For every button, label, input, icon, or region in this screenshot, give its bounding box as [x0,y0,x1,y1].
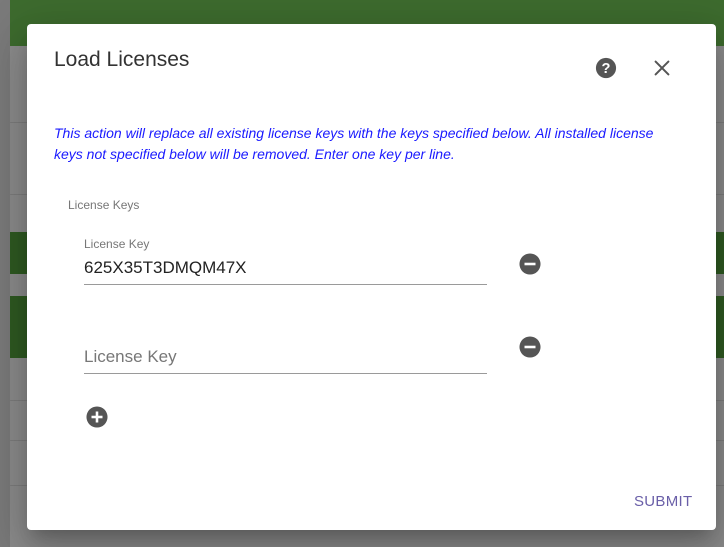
license-key-input[interactable] [84,255,487,285]
replace-warning-text: This action will replace all existing li… [54,125,654,162]
dialog-title: Load Licenses [54,48,190,71]
license-key-input[interactable] [84,344,487,374]
license-keys-section-label: License Keys [68,198,140,212]
load-licenses-dialog: Load Licenses ? This action will replace… [27,24,716,530]
help-circle-icon[interactable]: ? [595,57,617,79]
license-key-field [84,326,487,374]
submit-button[interactable]: SUBMIT [628,489,698,514]
minus-circle-icon[interactable] [519,336,541,358]
plus-circle-icon[interactable] [86,406,108,428]
close-icon[interactable] [651,57,673,79]
minus-circle-icon[interactable] [519,253,541,275]
svg-text:?: ? [602,61,611,77]
license-key-field: License Key [84,237,487,285]
license-key-label: License Key [84,237,150,251]
